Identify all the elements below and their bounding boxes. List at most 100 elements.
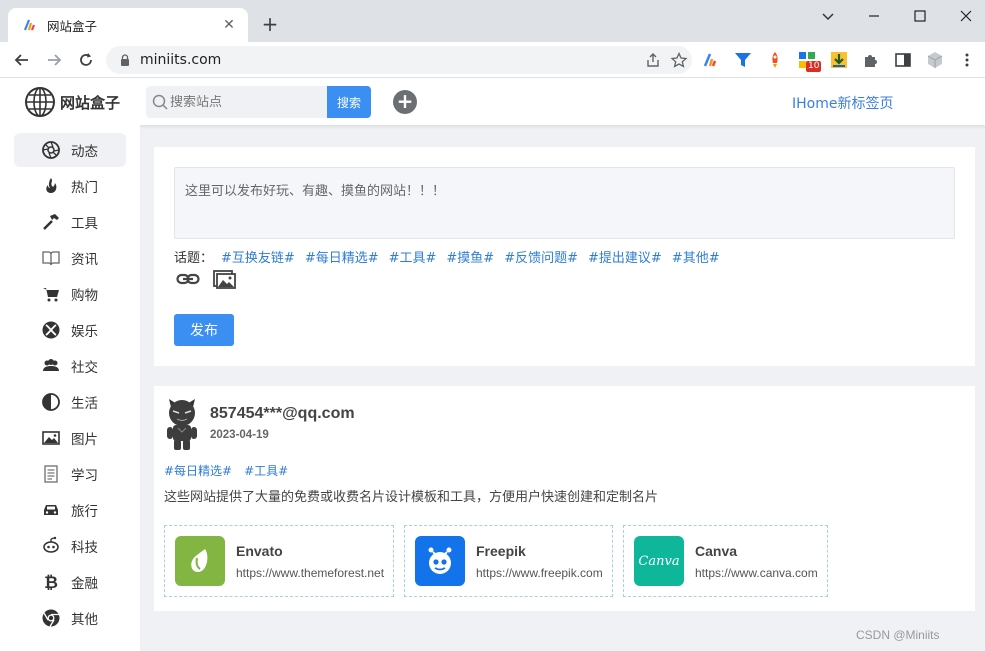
- sidebar-item-yule[interactable]: 娱乐: [14, 313, 126, 347]
- sidebar-item-label: 购物: [71, 288, 98, 304]
- extension-download-icon[interactable]: [830, 51, 848, 69]
- forward-icon[interactable]: [44, 50, 64, 70]
- site-url: https://www.freepik.com: [476, 565, 603, 580]
- sidebar-item-gouwu[interactable]: 购物: [14, 277, 126, 311]
- post-tag-link[interactable]: #每日精选#: [164, 462, 232, 479]
- site-name: Freepik: [476, 542, 526, 559]
- maximize-icon[interactable]: [910, 6, 930, 26]
- site-card-freepik[interactable]: Freepik https://www.freepik.com: [404, 525, 613, 597]
- link-icon[interactable]: [176, 268, 200, 290]
- sidebar-item-label: 社交: [71, 360, 98, 376]
- post-tag-link[interactable]: #工具#: [244, 462, 288, 479]
- sidebar-item-label: 科技: [71, 540, 98, 556]
- post-tags: #每日精选# #工具#: [164, 462, 288, 479]
- site-card-envato[interactable]: Envato https://www.themeforest.net: [164, 525, 394, 597]
- menu-dots-icon[interactable]: [958, 51, 976, 69]
- address-bar[interactable]: miniits.com: [106, 46, 692, 74]
- sidebar-item-jinrong[interactable]: ₿ 金融: [14, 565, 126, 599]
- logo-text: 网站盒子: [60, 93, 121, 112]
- topic-link[interactable]: #工具#: [389, 247, 437, 266]
- half-circle-icon: [42, 393, 60, 411]
- category-sidebar: 动态 热门 工具 资讯 购物 娱乐 社交 生活 图片 学习 旅行 科技 ₿ 金融…: [0, 125, 140, 651]
- search-button[interactable]: 搜索: [327, 86, 371, 118]
- extension-ihome-icon[interactable]: [702, 51, 720, 69]
- sidebar-item-keji[interactable]: 科技: [14, 529, 126, 563]
- topic-link[interactable]: #摸鱼#: [446, 247, 494, 266]
- reload-icon[interactable]: [76, 50, 96, 70]
- profile-cube-icon[interactable]: [926, 51, 944, 69]
- sidebar-item-zixun[interactable]: 资讯: [14, 241, 126, 275]
- extensions-puzzle-icon[interactable]: [862, 51, 880, 69]
- avatar[interactable]: [163, 397, 201, 451]
- sidebar-item-label: 旅行: [71, 504, 98, 520]
- topic-link[interactable]: #提出建议#: [588, 247, 662, 266]
- sidebar-item-label: 热门: [71, 180, 98, 196]
- search-icon: [152, 94, 168, 110]
- sidebar-item-xuexi[interactable]: 学习: [14, 457, 126, 491]
- xbox-icon: [42, 321, 60, 339]
- book-icon: [42, 251, 60, 266]
- chrome-icon: [42, 609, 60, 627]
- ihome-newtab-link[interactable]: IHome新标签页: [792, 93, 893, 113]
- topic-link[interactable]: #每日精选#: [305, 247, 379, 266]
- sidebar-item-label: 工具: [71, 216, 98, 232]
- topic-link[interactable]: #互换友链#: [221, 247, 295, 266]
- sidebar-item-shenghuo[interactable]: 生活: [14, 385, 126, 419]
- tab-search-icon[interactable]: [818, 6, 838, 26]
- post-username[interactable]: 857454***@qq.com: [210, 405, 355, 423]
- site-name: Envato: [236, 542, 283, 559]
- sidebar-item-qita[interactable]: 其他: [14, 601, 126, 635]
- csdn-watermark: CSDN @Miniits: [856, 628, 940, 642]
- topic-link[interactable]: #其他#: [672, 247, 720, 266]
- sidebar-item-label: 资讯: [71, 252, 98, 268]
- post-textarea[interactable]: 这里可以发布好玩、有趣、摸鱼的网站！！！: [174, 167, 955, 239]
- freepik-logo-icon: [415, 536, 465, 586]
- svg-text:₿: ₿: [44, 573, 58, 592]
- search-input[interactable]: [170, 94, 320, 110]
- minimize-icon[interactable]: [864, 6, 884, 26]
- close-window-icon[interactable]: [956, 6, 976, 26]
- tab-close-icon[interactable]: ✕: [220, 17, 238, 33]
- extension-filter-icon[interactable]: [734, 51, 752, 69]
- topics-label: 话题：: [174, 251, 214, 266]
- cart-icon: [43, 288, 59, 302]
- site-header: 网站盒子 搜索 + IHome新标签页: [0, 78, 985, 125]
- hammer-icon: [43, 214, 59, 230]
- users-icon: [43, 359, 59, 371]
- share-icon[interactable]: [640, 52, 666, 68]
- sidebar-item-label: 学习: [71, 468, 98, 484]
- url-text: miniits.com: [140, 52, 222, 68]
- browser-tab[interactable]: 网站盒子 ✕: [8, 8, 248, 42]
- image-icon: [42, 431, 60, 445]
- topic-link[interactable]: #反馈问题#: [504, 247, 578, 266]
- image-upload-icon[interactable]: [212, 268, 236, 290]
- topic-list: 话题： #互换友链# #每日精选# #工具# #摸鱼# #反馈问题# #提出建议…: [174, 247, 720, 266]
- tab-title: 网站盒子: [47, 18, 98, 34]
- site-logo[interactable]: 网站盒子: [24, 86, 120, 118]
- sidebar-item-label: 生活: [71, 396, 98, 412]
- publish-button[interactable]: 发布: [174, 314, 234, 346]
- site-url: https://www.themeforest.net: [236, 565, 385, 580]
- extension-rocket-icon[interactable]: [766, 51, 784, 69]
- bitcoin-icon: ₿: [44, 573, 58, 592]
- browser-tabstrip: 网站盒子 ✕ +: [0, 0, 985, 42]
- sidebar-item-tupian[interactable]: 图片: [14, 421, 126, 455]
- site-card-canva[interactable]: Canva Canva https://www.canva.com: [623, 525, 828, 597]
- sidebar-item-lvxing[interactable]: 旅行: [14, 493, 126, 527]
- side-panel-icon[interactable]: [894, 51, 912, 69]
- sidebar-item-shejiao[interactable]: 社交: [14, 349, 126, 383]
- lock-icon: [121, 54, 129, 66]
- new-tab-button[interactable]: +: [258, 12, 282, 36]
- sidebar-item-remen[interactable]: 热门: [14, 169, 126, 203]
- search-box: [146, 86, 327, 118]
- aperture-icon: [42, 141, 60, 159]
- sidebar-item-dongtai[interactable]: 动态: [14, 133, 126, 167]
- sidebar-item-gongju[interactable]: 工具: [14, 205, 126, 239]
- bookmark-star-icon[interactable]: [666, 52, 692, 68]
- canva-logo-icon: Canva: [634, 536, 684, 586]
- post-text: 这些网站提供了大量的免费或收费名片设计模板和工具，方便用户快速创建和定制名片: [164, 490, 659, 505]
- add-site-button[interactable]: +: [393, 90, 417, 114]
- browser-toolbar: miniits.com 10: [0, 42, 985, 78]
- back-icon[interactable]: [12, 50, 32, 70]
- site-search: 搜索: [146, 86, 371, 118]
